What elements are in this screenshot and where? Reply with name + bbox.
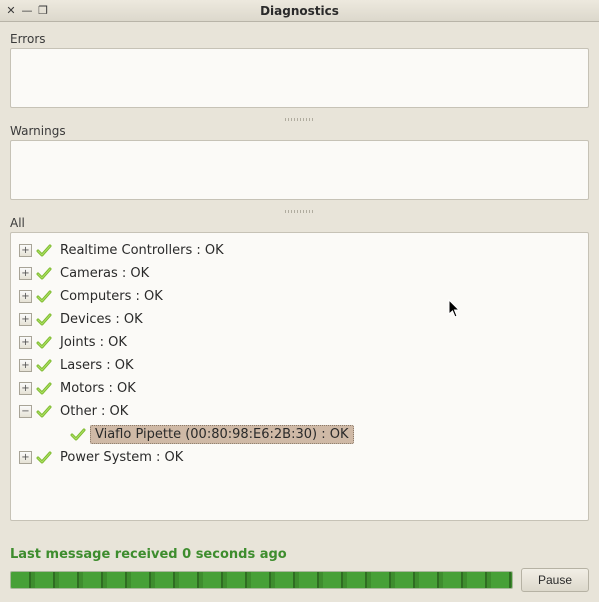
tree-node[interactable]: + Cameras : OK [15, 262, 584, 285]
tree-node-label: Other : OK [56, 403, 132, 420]
titlebar: ✕ — ❐ Diagnostics [0, 0, 599, 22]
expand-icon[interactable]: + [19, 359, 32, 372]
errors-label: Errors [10, 32, 589, 46]
expand-icon[interactable]: + [19, 451, 32, 464]
tree-node[interactable]: − Other : OK [15, 400, 584, 423]
tree-node-label: Motors : OK [56, 380, 140, 397]
tree-node[interactable]: + Joints : OK [15, 331, 584, 354]
expand-icon[interactable]: + [19, 290, 32, 303]
tree-node[interactable]: + Motors : OK [15, 377, 584, 400]
expand-icon[interactable]: + [19, 313, 32, 326]
tree-node-label: Lasers : OK [56, 357, 138, 374]
tree-node[interactable]: + Computers : OK [15, 285, 584, 308]
expand-icon[interactable]: + [19, 336, 32, 349]
all-panel[interactable]: +Realtime Controllers : OK+Cameras : OK+… [10, 232, 589, 521]
ok-checkmark-icon [36, 243, 52, 259]
close-button[interactable]: ✕ [4, 4, 18, 18]
tree-child-node[interactable]: Viaflo Pipette (00:80:98:E6:2B:30) : OK [15, 423, 584, 446]
expand-icon[interactable]: + [19, 244, 32, 257]
tree-node-label: Power System : OK [56, 449, 187, 466]
window-body: Errors Warnings All + Realtime Controller… [0, 22, 599, 602]
minimize-button[interactable]: — [20, 4, 34, 18]
tree-node[interactable]: + Devices : OK [15, 308, 584, 331]
window-title: Diagnostics [0, 4, 599, 18]
expand-icon[interactable]: + [19, 382, 32, 395]
tree-node[interactable]: + Lasers : OK [15, 354, 584, 377]
tree-node-label: Viaflo Pipette (00:80:98:E6:2B:30) : OK [90, 425, 354, 444]
ok-checkmark-icon [36, 312, 52, 328]
ok-checkmark-icon [36, 450, 52, 466]
sash-errors-warnings[interactable] [10, 116, 589, 122]
restore-button[interactable]: ❐ [36, 4, 50, 18]
expand-icon[interactable]: + [19, 267, 32, 280]
diagnostics-tree[interactable]: +Realtime Controllers : OK+Cameras : OK+… [15, 239, 584, 469]
tree-node-label: Joints : OK [56, 334, 131, 351]
errors-panel[interactable] [10, 48, 589, 108]
ok-checkmark-icon [36, 335, 52, 351]
pause-button[interactable]: Pause [521, 568, 589, 592]
ok-checkmark-icon [36, 266, 52, 282]
tree-node-label: Realtime Controllers : OK [56, 242, 228, 259]
tree-node[interactable]: + Realtime Controllers : OK [15, 239, 584, 262]
ok-checkmark-icon [36, 404, 52, 420]
warnings-label: Warnings [10, 124, 589, 138]
tree-node-label: Cameras : OK [56, 265, 153, 282]
sash-warnings-all[interactable] [10, 208, 589, 214]
ok-checkmark-icon [36, 289, 52, 305]
ok-checkmark-icon [36, 381, 52, 397]
tree-node-label: Computers : OK [56, 288, 167, 305]
collapse-icon[interactable]: − [19, 405, 32, 418]
ok-checkmark-icon [70, 427, 86, 443]
ok-checkmark-icon [36, 358, 52, 374]
tree-node-label: Devices : OK [56, 311, 147, 328]
tree-node[interactable]: + Power System : OK [15, 446, 584, 469]
all-label: All [10, 216, 589, 230]
warnings-panel[interactable] [10, 140, 589, 200]
status-text: Last message received 0 seconds ago [10, 547, 589, 562]
activity-bar [10, 571, 513, 589]
